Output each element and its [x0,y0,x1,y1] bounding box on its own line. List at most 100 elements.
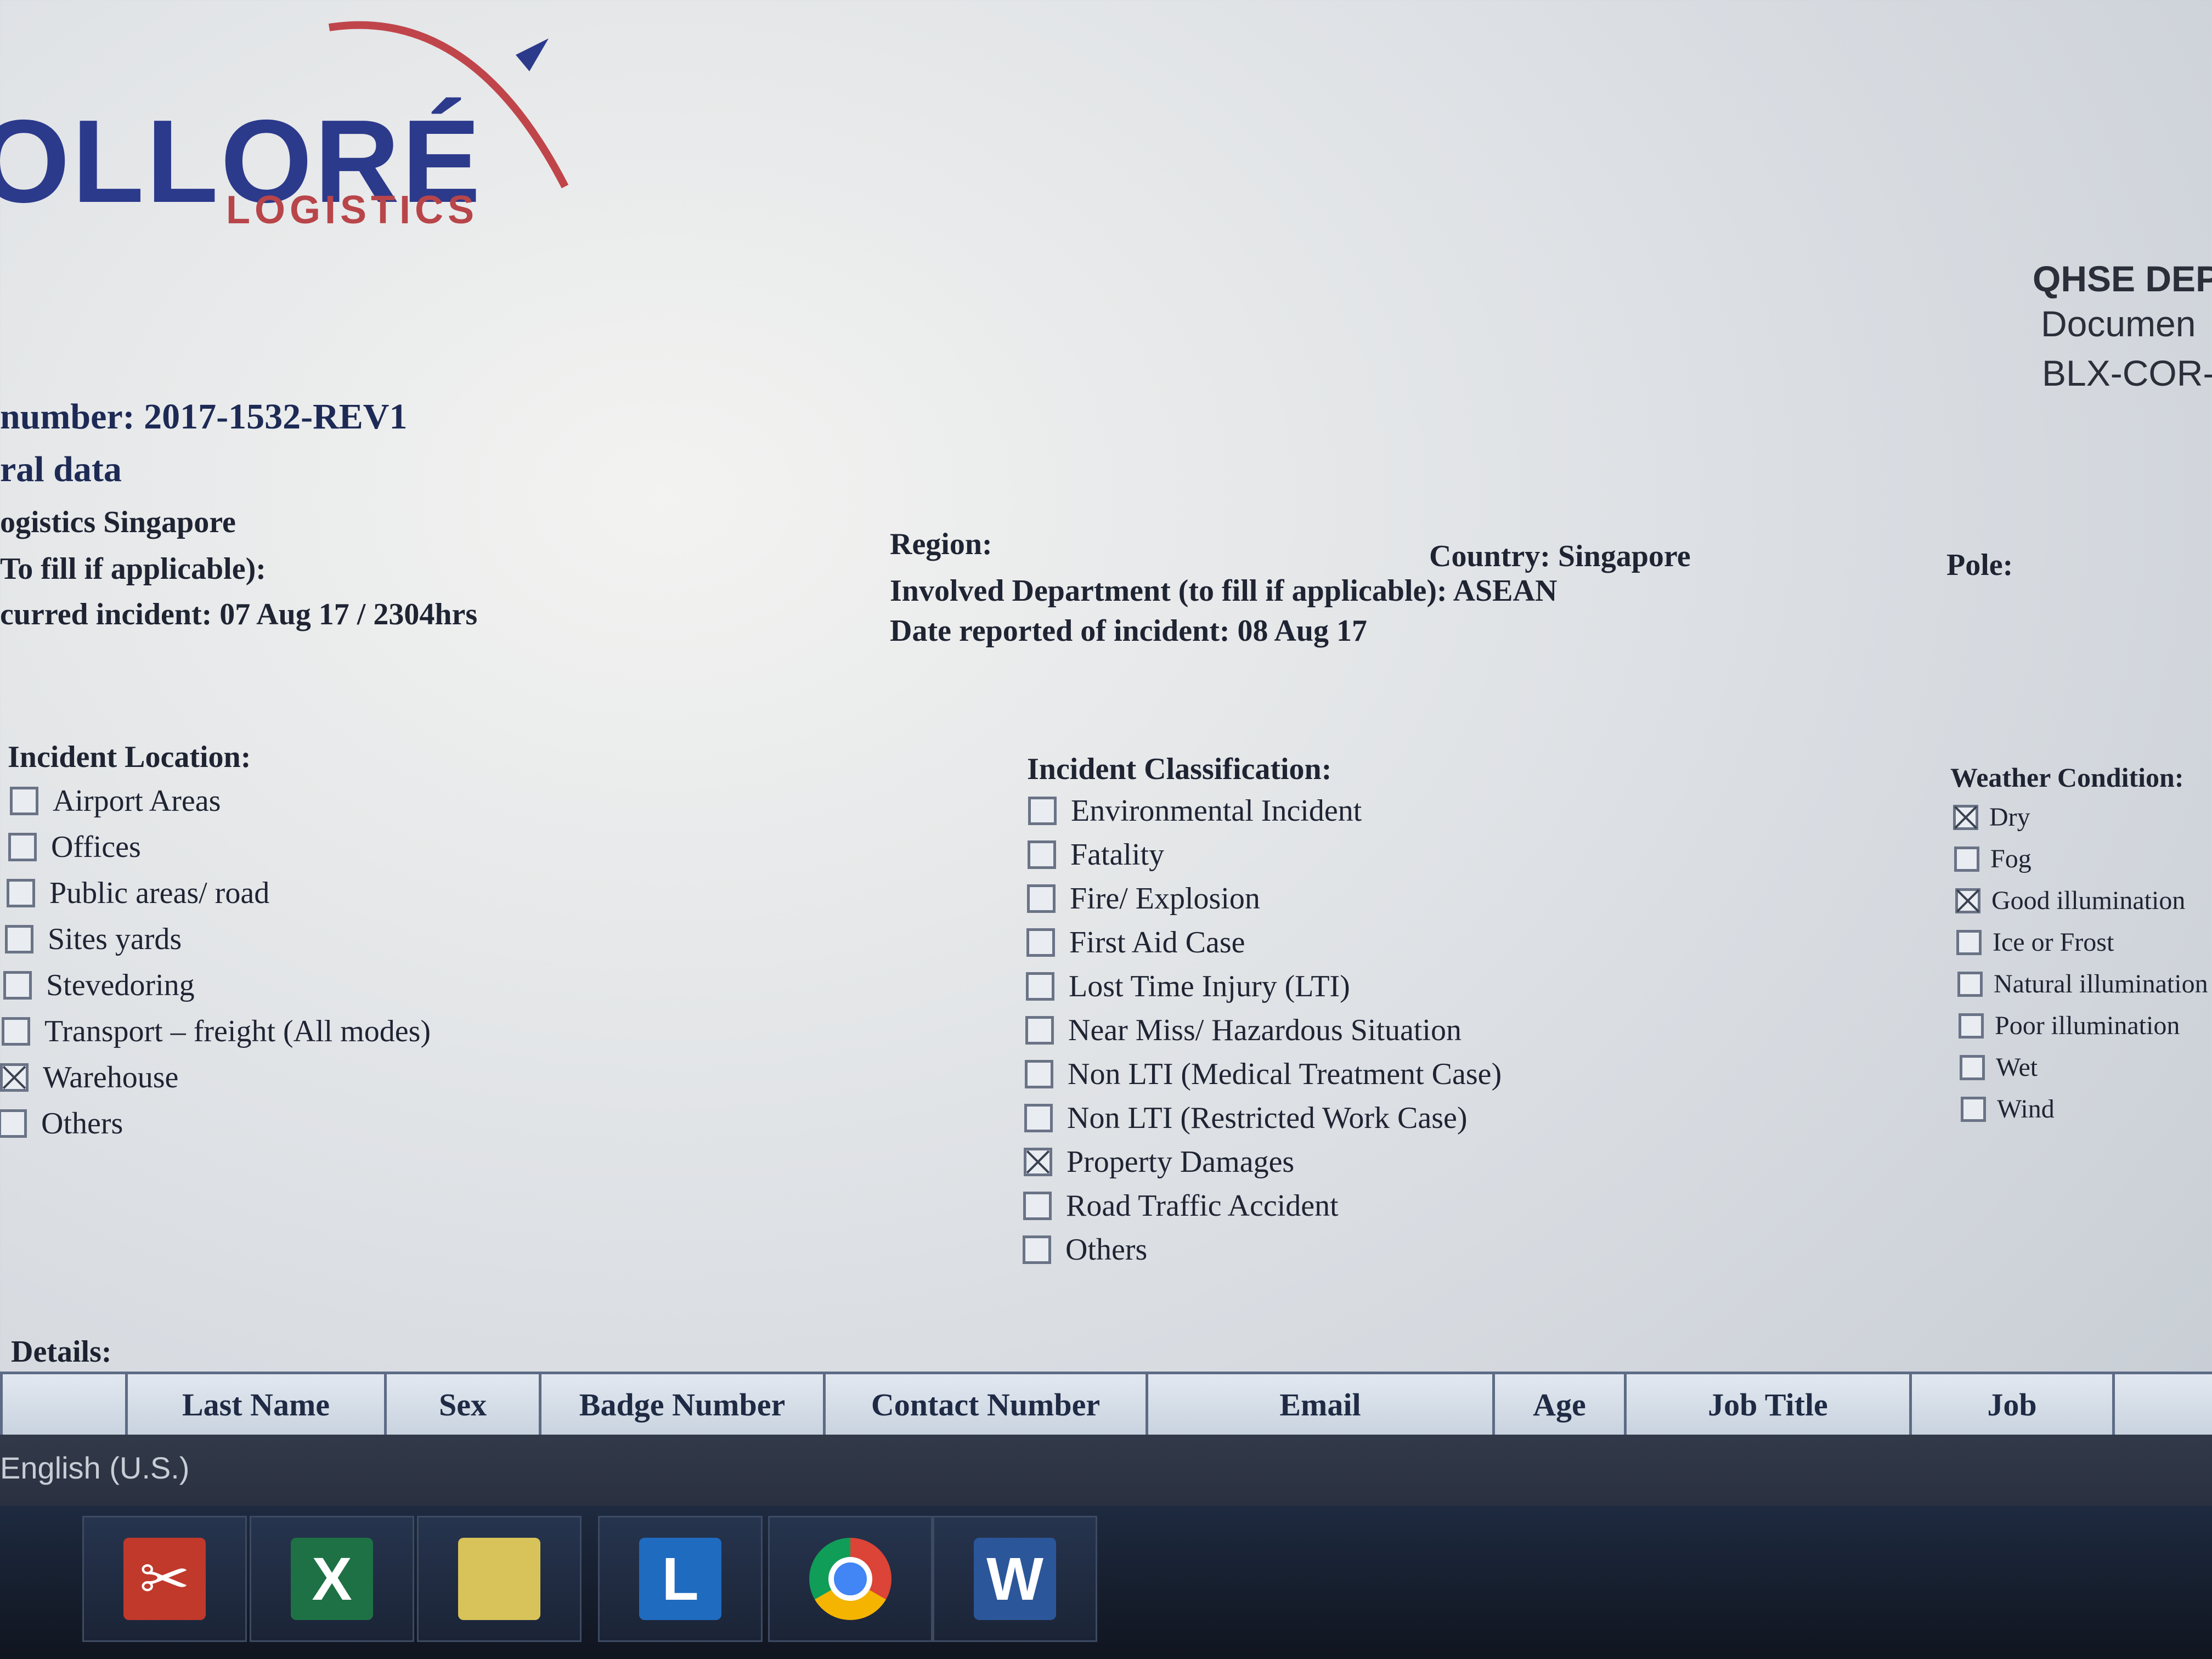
incident-classification-option[interactable]: Environmental Incident [1028,793,1362,828]
checkbox-unchecked[interactable] [1957,971,1983,997]
chrome-icon [809,1538,891,1620]
option-label: Wet [1996,1053,2038,1082]
option-label: Warehouse [43,1060,179,1094]
checkbox-unchecked[interactable] [1025,1016,1054,1045]
incident-classification-option[interactable]: Property Damages [1024,1144,1294,1180]
checkbox-unchecked[interactable] [7,879,35,907]
checkbox-checked[interactable] [1955,888,1980,913]
option-label: Non LTI (Medical Treatment Case) [1068,1057,1502,1091]
taskbar-button[interactable]: ✂ [82,1516,247,1642]
incident-classification-option[interactable]: Non LTI (Medical Treatment Case) [1025,1057,1502,1092]
taskbar-button[interactable]: X [250,1516,414,1642]
checkbox-unchecked[interactable] [1024,1104,1053,1132]
incident-classification-option[interactable]: Road Traffic Accident [1023,1188,1339,1223]
option-label: Dry [1989,803,2030,832]
option-label: Others [1065,1233,1148,1267]
document-label: Documen [2041,303,2196,344]
incident-location-option[interactable]: Public areas/ road [7,876,269,911]
checkbox-unchecked[interactable] [5,925,33,953]
incident-location-option[interactable]: Sites yards [5,922,182,957]
occurred-incident: curred incident: 07 Aug 17 / 2304hrs [0,597,478,631]
column-header[interactable]: Job Title [1624,1372,1909,1437]
option-label: Lost Time Injury (LTI) [1069,969,1350,1003]
checkbox-unchecked[interactable] [1956,929,1982,955]
incident-location-option[interactable]: Warehouse [0,1060,178,1095]
column-header[interactable]: Email [1146,1372,1492,1437]
details-label: Details: [11,1335,112,1369]
weather-condition-option[interactable]: Fog [1954,844,2032,874]
qhse-department-title: QHSE DEPA [2033,258,2212,299]
incident-location-option[interactable]: Transport – freight (All modes) [2,1014,431,1049]
option-label: Natural illumination [1994,969,2208,998]
checkbox-unchecked[interactable] [1954,846,1979,872]
option-label: Fire/ Explosion [1070,882,1260,916]
option-label: Sites yards [48,922,182,956]
option-label: Poor illumination [1995,1011,2180,1040]
checkbox-unchecked[interactable] [1026,972,1054,1001]
option-label: Others [41,1107,123,1141]
country-field: Country: Singapore [1429,539,1691,573]
option-label: Fog [1990,844,2032,873]
weather-condition-option[interactable]: Dry [1953,802,2030,832]
column-header[interactable]: Last Name [125,1372,384,1437]
checkbox-unchecked[interactable] [1959,1013,1984,1039]
incident-classification-option[interactable]: Near Miss/ Hazardous Situation [1025,1013,1462,1048]
language-indicator[interactable]: English (U.S.) [0,1450,189,1486]
checkbox-unchecked[interactable] [8,833,37,861]
checkbox-checked[interactable] [1953,804,1978,830]
taskbar-button[interactable]: W [933,1516,1097,1642]
checkbox-unchecked[interactable] [0,1109,27,1138]
checkbox-unchecked[interactable] [1028,797,1057,825]
weather-condition-option[interactable]: Good illumination [1955,885,2185,916]
checkbox-unchecked[interactable] [1028,840,1056,869]
taskbar-button[interactable] [768,1516,933,1642]
column-header[interactable]: Badge Number [539,1372,823,1437]
weather-condition-option[interactable]: Natural illumination [1957,969,2208,999]
column-header[interactable] [2112,1372,2212,1437]
checkbox-unchecked[interactable] [2,1017,30,1046]
incident-classification-option[interactable]: Others [1023,1232,1147,1267]
date-reported: Date reported of incident: 08 Aug 17 [890,614,1367,648]
excel-icon: X [291,1538,373,1620]
weather-condition-option[interactable]: Wet [1960,1052,2038,1082]
weather-condition-option[interactable]: Ice or Frost [1956,927,2114,957]
incident-classification-option[interactable]: Fatality [1028,837,1164,872]
weather-condition-option[interactable]: Poor illumination [1959,1011,2180,1041]
checkbox-unchecked[interactable] [1025,1060,1053,1088]
taskbar-button[interactable]: L [598,1516,763,1642]
incident-classification-option[interactable]: Lost Time Injury (LTI) [1026,969,1350,1004]
checkbox-unchecked[interactable] [3,971,32,1000]
weather-condition-option[interactable]: Wind [1961,1094,2055,1124]
checkbox-checked[interactable] [0,1063,29,1092]
incident-location-option[interactable]: Stevedoring [3,968,195,1003]
checkbox-unchecked[interactable] [1027,884,1056,913]
region-label: Region: [890,527,992,561]
involved-department: Involved Department (to fill if applicab… [890,574,1558,608]
incident-location-option[interactable]: Offices [8,830,141,865]
incident-classification-option[interactable]: Fire/ Explosion [1027,881,1260,916]
incident-classification-option[interactable]: First Aid Case [1026,925,1245,960]
taskbar-button[interactable] [417,1516,582,1642]
checkbox-unchecked[interactable] [10,787,38,815]
checkbox-unchecked[interactable] [1023,1235,1051,1264]
incident-location-option[interactable]: Others [0,1106,123,1141]
column-header[interactable]: Job [1909,1372,2112,1437]
incident-location-option[interactable]: Airport Areas [10,783,221,819]
column-header[interactable]: Age [1492,1372,1624,1437]
company-logo-subtitle: LOGISTICS [226,188,479,232]
option-label: Fatality [1070,838,1165,872]
checkbox-checked[interactable] [1024,1148,1052,1176]
checkbox-unchecked[interactable] [1023,1192,1052,1220]
document-page: OLLORÉ LOGISTICS QHSE DEPA Documen BLX-C… [0,0,2212,1437]
incident-classification-option[interactable]: Non LTI (Restricted Work Case) [1024,1101,1468,1136]
option-label: Road Traffic Accident [1066,1189,1339,1223]
sticky-notes-icon [458,1538,540,1620]
option-label: First Aid Case [1069,926,1245,960]
checkbox-unchecked[interactable] [1961,1096,1986,1122]
column-header[interactable]: Sex [384,1372,539,1437]
option-label: Property Damages [1066,1145,1295,1179]
checkbox-unchecked[interactable] [1026,928,1055,957]
column-header[interactable] [0,1372,125,1437]
checkbox-unchecked[interactable] [1960,1054,1985,1080]
column-header[interactable]: Contact Number [823,1372,1146,1437]
